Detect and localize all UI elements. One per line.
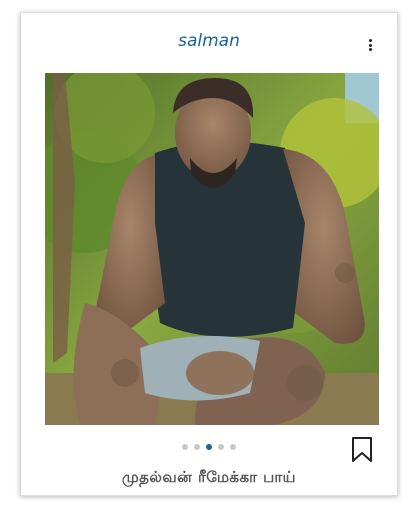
carousel-dot-active[interactable] [206, 444, 212, 450]
carousel-dot[interactable] [182, 444, 188, 450]
post-card: salman முதல்வன் ரீமேக்கா பாய் [20, 12, 398, 496]
post-image[interactable] [45, 73, 379, 425]
carousel-dot[interactable] [194, 444, 200, 450]
bookmark-icon[interactable] [351, 437, 373, 463]
more-options-icon[interactable] [369, 39, 373, 53]
post-caption: முதல்வன் ரீமேக்கா பாய் [121, 468, 297, 486]
carousel-indicator [21, 444, 397, 450]
carousel-dot[interactable] [230, 444, 236, 450]
carousel-dot[interactable] [218, 444, 224, 450]
post-username[interactable]: salman [21, 31, 397, 51]
